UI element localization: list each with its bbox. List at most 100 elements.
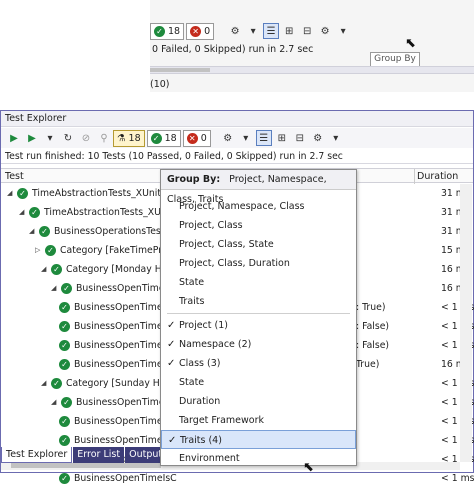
menu-item-label: Project, Class, Duration <box>179 258 290 269</box>
expand-all-icon[interactable]: ⊞ <box>274 130 290 146</box>
tree-node-tail: True) <box>356 359 380 370</box>
checkmark-icon: ✓ <box>167 320 176 331</box>
zoom-horizontal-scrollbar[interactable] <box>150 66 474 74</box>
menu-item[interactable]: Duration <box>161 392 356 411</box>
tree-node: ◢ ✓ TimeAbstractionTests_XUnit (1 <box>7 184 174 203</box>
menu-item-label: Project, Namespace, Class <box>179 201 305 212</box>
passed-icon: ✓ <box>150 132 162 144</box>
tree-node: ✓BusinessOpenTimeIsC <box>59 355 177 374</box>
menu-item-label: Class (3) <box>179 358 221 369</box>
menu-item[interactable]: Project, Class, State <box>161 235 356 254</box>
group-by-tooltip: Group By <box>370 52 420 67</box>
menu-separator <box>167 313 350 314</box>
menu-item-label: Traits <box>179 296 205 307</box>
zoom-failed-filter[interactable]: ✕ 0 <box>186 22 215 40</box>
rerun-icon[interactable]: ↻ <box>60 130 76 146</box>
menu-item-label: Target Framework <box>179 415 264 426</box>
collapse-all-icon[interactable]: ⊟ <box>292 130 308 146</box>
menu-item[interactable]: Project, Namespace, Class <box>161 197 356 216</box>
menu-item[interactable]: State <box>161 373 356 392</box>
menu-item[interactable]: ✓ Namespace (2) <box>161 335 356 354</box>
tab-test-explorer[interactable]: Test Explorer <box>1 447 73 463</box>
tree-node-label: Category [FakeTimeProvi <box>60 245 176 256</box>
group-by-menu: Group By: Project, Namespace, Class, Tra… <box>160 169 357 466</box>
menu-item-label: Environment <box>179 453 240 464</box>
menu-item[interactable]: ✓ Traits (4) <box>161 430 356 449</box>
settings-chevron-icon[interactable]: ▾ <box>328 130 344 146</box>
passed-icon: ✓ <box>39 226 50 237</box>
zoom-toolbar: ✓ 18 ✕ 0 ⚙ ▾ ☰ ⊞ ⊟ ⚙ ▾ <box>150 20 474 42</box>
tree-node-label: TimeAbstractionTests_XUnit <box>44 207 174 218</box>
passed-icon: ✓ <box>59 359 70 370</box>
passed-filter[interactable]: ✓ 18 <box>146 129 181 147</box>
menu-item-label: Namespace (2) <box>179 339 252 350</box>
tree-node: ✓BusinessOpenTimeIsC <box>59 298 177 317</box>
failed-filter[interactable]: ✕ 0 <box>182 129 211 147</box>
duration-column-header[interactable]: Duration <box>414 169 458 184</box>
failed-icon: ✕ <box>186 132 198 144</box>
zoom-dropdown-chevron-icon[interactable]: ▾ <box>245 23 261 39</box>
bottom-tabs: Test Explorer Error List Output <box>1 447 167 463</box>
expanded-chevron-icon[interactable]: ◢ <box>41 260 49 279</box>
filter-icon[interactable]: ⚲ <box>96 130 112 146</box>
passed-icon: ✓ <box>61 283 72 294</box>
menu-item-label: Duration <box>179 396 221 407</box>
menu-item[interactable]: ✓ Class (3) <box>161 354 356 373</box>
tab-error-list[interactable]: Error List <box>73 447 125 463</box>
passed-icon: ✓ <box>59 302 70 313</box>
expanded-chevron-icon[interactable]: ◢ <box>19 203 27 222</box>
checkmark-icon: ✓ <box>168 435 177 446</box>
run-all-icon[interactable]: ▶ <box>6 130 22 146</box>
menu-item-label: State <box>179 277 205 288</box>
run-icon[interactable]: ▶ <box>24 130 40 146</box>
expanded-chevron-icon[interactable]: ◢ <box>29 222 37 241</box>
test-explorer-toolbar: ▶ ▶ ▾ ↻ ⊘ ⚲ ⚗ 18 ✓ 18 ✕ 0 ⚙ ▾ ☰ ⊞ ⊟ ⚙ ▾ <box>1 128 473 148</box>
group-by-menu-header: Group By: Project, Namespace, Class, Tra… <box>161 170 356 205</box>
menu-item-label: Project, Class <box>179 220 243 231</box>
menu-item[interactable]: Traits <box>161 292 356 311</box>
table-row[interactable]: ✓ BusinessOpenTimeIsC < 1 ms <box>1 469 474 488</box>
menu-item[interactable]: State <box>161 273 356 292</box>
run-chevron-icon[interactable]: ▾ <box>42 130 58 146</box>
collapsed-chevron-icon[interactable]: ▷ <box>35 241 43 260</box>
tree-node-label: BusinessOpenTimeIsC <box>74 473 177 484</box>
menu-item[interactable]: Target Framework <box>161 411 356 430</box>
all-tests-filter[interactable]: ⚗ 18 <box>113 129 145 147</box>
passed-icon: ✓ <box>154 25 165 37</box>
expanded-chevron-icon[interactable]: ◢ <box>41 374 49 393</box>
zoom-group-by-icon[interactable]: ☰ <box>263 23 280 39</box>
menu-item[interactable]: ✓ Project (1) <box>161 316 356 335</box>
expanded-chevron-icon[interactable]: ◢ <box>51 279 59 298</box>
tree-node: ◢ ✓ TimeAbstractionTests_XUnit <box>19 203 173 222</box>
flask-icon: ⚗ <box>117 132 126 144</box>
expanded-chevron-icon[interactable]: ◢ <box>7 184 15 203</box>
passed-icon: ✓ <box>17 188 28 199</box>
menu-item[interactable]: Environment <box>161 449 356 468</box>
playlist-chevron-icon[interactable]: ▾ <box>238 130 254 146</box>
zoom-passed-filter[interactable]: ✓ 18 <box>150 22 185 40</box>
menu-item-label: State <box>179 377 205 388</box>
window-title: Test Explorer <box>1 111 473 127</box>
passed-icon: ✓ <box>45 245 56 256</box>
expanded-chevron-icon[interactable]: ◢ <box>51 393 59 412</box>
zoom-collapse-icon[interactable]: ⊟ <box>299 23 315 39</box>
cancel-icon[interactable]: ⊘ <box>78 130 94 146</box>
checkmark-icon: ✓ <box>167 339 176 350</box>
zoom-playlist-icon[interactable]: ⚙ <box>227 23 243 39</box>
playlist-icon[interactable]: ⚙ <box>220 130 236 146</box>
passed-icon: ✓ <box>59 416 70 427</box>
passed-icon: ✓ <box>59 340 70 351</box>
zoom-settings-icon[interactable]: ⚙ <box>317 23 333 39</box>
group-by-label: Group By: <box>167 174 221 185</box>
tree-node-tail: : False) <box>356 340 390 351</box>
group-by-icon[interactable]: ☰ <box>255 130 272 146</box>
settings-icon[interactable]: ⚙ <box>310 130 326 146</box>
test-column-header[interactable]: Test <box>5 169 24 184</box>
menu-item[interactable]: Project, Class, Duration <box>161 254 356 273</box>
zoom-settings-chevron-icon[interactable]: ▾ <box>335 23 351 39</box>
menu-item[interactable]: Project, Class <box>161 216 356 235</box>
tree-node: ✓BusinessOpenTimeIsC <box>59 469 177 488</box>
zoom-expand-icon[interactable]: ⊞ <box>281 23 297 39</box>
tree-node: ▷ ✓ Category [FakeTimeProvi <box>35 241 176 260</box>
vertical-scrollbar[interactable] <box>460 184 472 462</box>
